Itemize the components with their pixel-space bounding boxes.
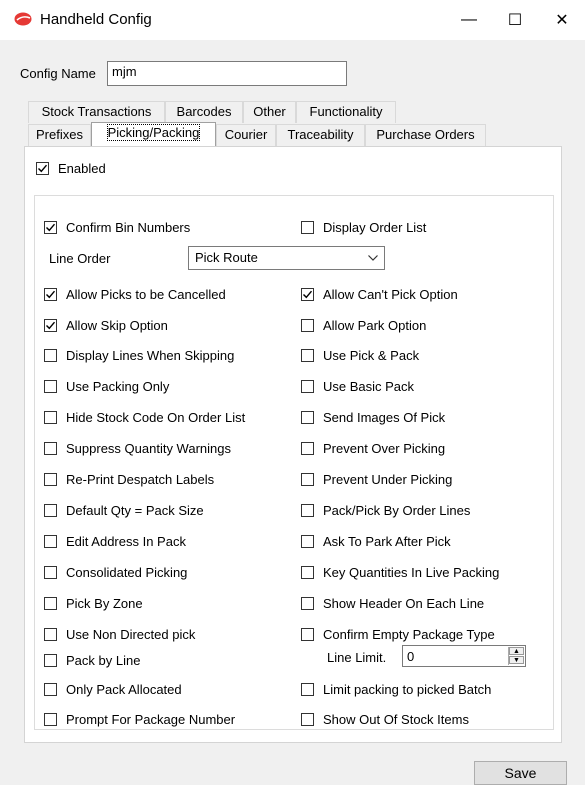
checkbox-box[interactable] <box>44 503 57 517</box>
checkbox-box[interactable] <box>44 348 57 362</box>
tab-functionality[interactable]: Functionality <box>296 101 396 123</box>
display-order-list-checkbox[interactable]: Display Order List <box>301 218 426 236</box>
line-order-label: Line Order <box>49 251 111 266</box>
pack-by-line-checkbox[interactable]: Pack by Line <box>44 651 140 669</box>
checkbox-box[interactable] <box>44 472 57 486</box>
line-limit-label: Line Limit. <box>327 650 387 665</box>
checkbox-box[interactable] <box>301 318 314 332</box>
checkbox-box[interactable] <box>44 287 57 301</box>
tab-other[interactable]: Other <box>243 101 296 123</box>
use-non-directed-pick-checkbox[interactable]: Use Non Directed pick <box>44 625 195 643</box>
allow-park-option-checkbox[interactable]: Allow Park Option <box>301 316 426 334</box>
spin-up-icon[interactable]: ▲ <box>509 647 524 655</box>
title-bar: Handheld Config — ☐ ✕ <box>0 0 585 40</box>
tab-stock-transactions[interactable]: Stock Transactions <box>28 101 165 123</box>
config-name-label: Config Name <box>20 66 96 81</box>
save-button[interactable]: Save <box>474 761 567 785</box>
tab-barcodes[interactable]: Barcodes <box>165 101 243 123</box>
checkbox-box[interactable] <box>44 534 57 548</box>
re-print-despatch-labels-checkbox[interactable]: Re-Print Despatch Labels <box>44 470 214 488</box>
checkbox-box[interactable] <box>301 287 314 301</box>
config-name-input[interactable]: mjm <box>107 61 347 86</box>
use-basic-pack-checkbox[interactable]: Use Basic Pack <box>301 377 414 395</box>
send-images-of-pick-checkbox[interactable]: Send Images Of Pick <box>301 408 445 426</box>
display-lines-when-skipping-checkbox[interactable]: Display Lines When Skipping <box>44 346 234 364</box>
suppress-quantity-warnings-checkbox[interactable]: Suppress Quantity Warnings <box>44 439 231 457</box>
show-header-on-each-line-checkbox[interactable]: Show Header On Each Line <box>301 594 484 612</box>
allow-picks-to-be-cancelled-checkbox[interactable]: Allow Picks to be Cancelled <box>44 285 226 303</box>
spinner[interactable]: ▲ ▼ <box>508 647 524 665</box>
checkbox-box[interactable] <box>44 712 57 726</box>
checkbox-box[interactable] <box>301 410 314 424</box>
checkbox-box[interactable] <box>301 534 314 548</box>
line-limit-stepper[interactable]: 0 ▲ ▼ <box>402 645 526 667</box>
confirm-bin-numbers-checkbox[interactable]: Confirm Bin Numbers <box>44 218 190 236</box>
tab-traceability[interactable]: Traceability <box>276 124 365 146</box>
allow-skip-option-checkbox[interactable]: Allow Skip Option <box>44 316 168 334</box>
checkbox-box[interactable] <box>44 379 57 393</box>
minimize-button[interactable]: — <box>446 0 492 40</box>
checkbox-box[interactable] <box>44 410 57 424</box>
show-out-of-stock-items-checkbox[interactable]: Show Out Of Stock Items <box>301 710 469 728</box>
checkbox-box[interactable] <box>36 161 49 175</box>
pick-by-zone-checkbox[interactable]: Pick By Zone <box>44 594 143 612</box>
use-packing-only-checkbox[interactable]: Use Packing Only <box>44 377 169 395</box>
spin-down-icon[interactable]: ▼ <box>509 656 524 664</box>
checkbox-box[interactable] <box>301 472 314 486</box>
prevent-under-picking-checkbox[interactable]: Prevent Under Picking <box>301 470 452 488</box>
hide-stock-code-on-order-list-checkbox[interactable]: Hide Stock Code On Order List <box>44 408 245 426</box>
checkbox-box[interactable] <box>301 565 314 579</box>
pack-pick-by-order-lines-checkbox[interactable]: Pack/Pick By Order Lines <box>301 501 470 519</box>
checkbox-box[interactable] <box>301 441 314 455</box>
checkbox-box[interactable] <box>301 682 314 696</box>
checkbox-box[interactable] <box>44 682 57 696</box>
tab-prefixes[interactable]: Prefixes <box>28 124 91 146</box>
checkbox-box[interactable] <box>44 565 57 579</box>
default-qty-pack-size-checkbox[interactable]: Default Qty = Pack Size <box>44 501 204 519</box>
checkbox-box[interactable] <box>44 441 57 455</box>
allow-can-t-pick-option-checkbox[interactable]: Allow Can't Pick Option <box>301 285 458 303</box>
enabled-checkbox[interactable]: Enabled <box>36 159 106 177</box>
consolidated-picking-checkbox[interactable]: Consolidated Picking <box>44 563 187 581</box>
prevent-over-picking-checkbox[interactable]: Prevent Over Picking <box>301 439 445 457</box>
checkbox-box[interactable] <box>44 596 57 610</box>
maximize-button[interactable]: ☐ <box>492 0 538 40</box>
checkbox-box[interactable] <box>301 348 314 362</box>
only-pack-allocated-checkbox[interactable]: Only Pack Allocated <box>44 680 182 698</box>
checkbox-box[interactable] <box>44 220 57 234</box>
confirm-empty-package-type-checkbox[interactable]: Confirm Empty Package Type <box>301 625 495 643</box>
close-button[interactable]: ✕ <box>539 0 585 40</box>
checkbox-box[interactable] <box>301 379 314 393</box>
checkbox-box[interactable] <box>301 220 314 234</box>
checkbox-box[interactable] <box>301 503 314 517</box>
tab-purchase-orders[interactable]: Purchase Orders <box>365 124 486 146</box>
chevron-down-icon <box>368 255 378 261</box>
tab-courier[interactable]: Courier <box>216 124 276 146</box>
app-logo-icon <box>14 12 32 26</box>
checkbox-box[interactable] <box>44 318 57 332</box>
edit-address-in-pack-checkbox[interactable]: Edit Address In Pack <box>44 532 186 550</box>
checkbox-box[interactable] <box>44 627 57 641</box>
limit-packing-to-picked-batch-checkbox[interactable]: Limit packing to picked Batch <box>301 680 491 698</box>
window-title: Handheld Config <box>40 11 152 28</box>
checkbox-box[interactable] <box>301 596 314 610</box>
prompt-for-package-number-checkbox[interactable]: Prompt For Package Number <box>44 710 235 728</box>
line-order-select[interactable]: Pick Route <box>188 246 385 270</box>
key-quantities-in-live-packing-checkbox[interactable]: Key Quantities In Live Packing <box>301 563 499 581</box>
checkbox-box[interactable] <box>301 627 314 641</box>
use-pick-pack-checkbox[interactable]: Use Pick & Pack <box>301 346 419 364</box>
tab-picking-packing[interactable]: Picking/Packing <box>91 122 216 146</box>
checkbox-box[interactable] <box>301 712 314 726</box>
ask-to-park-after-pick-checkbox[interactable]: Ask To Park After Pick <box>301 532 451 550</box>
checkbox-box[interactable] <box>44 653 57 667</box>
